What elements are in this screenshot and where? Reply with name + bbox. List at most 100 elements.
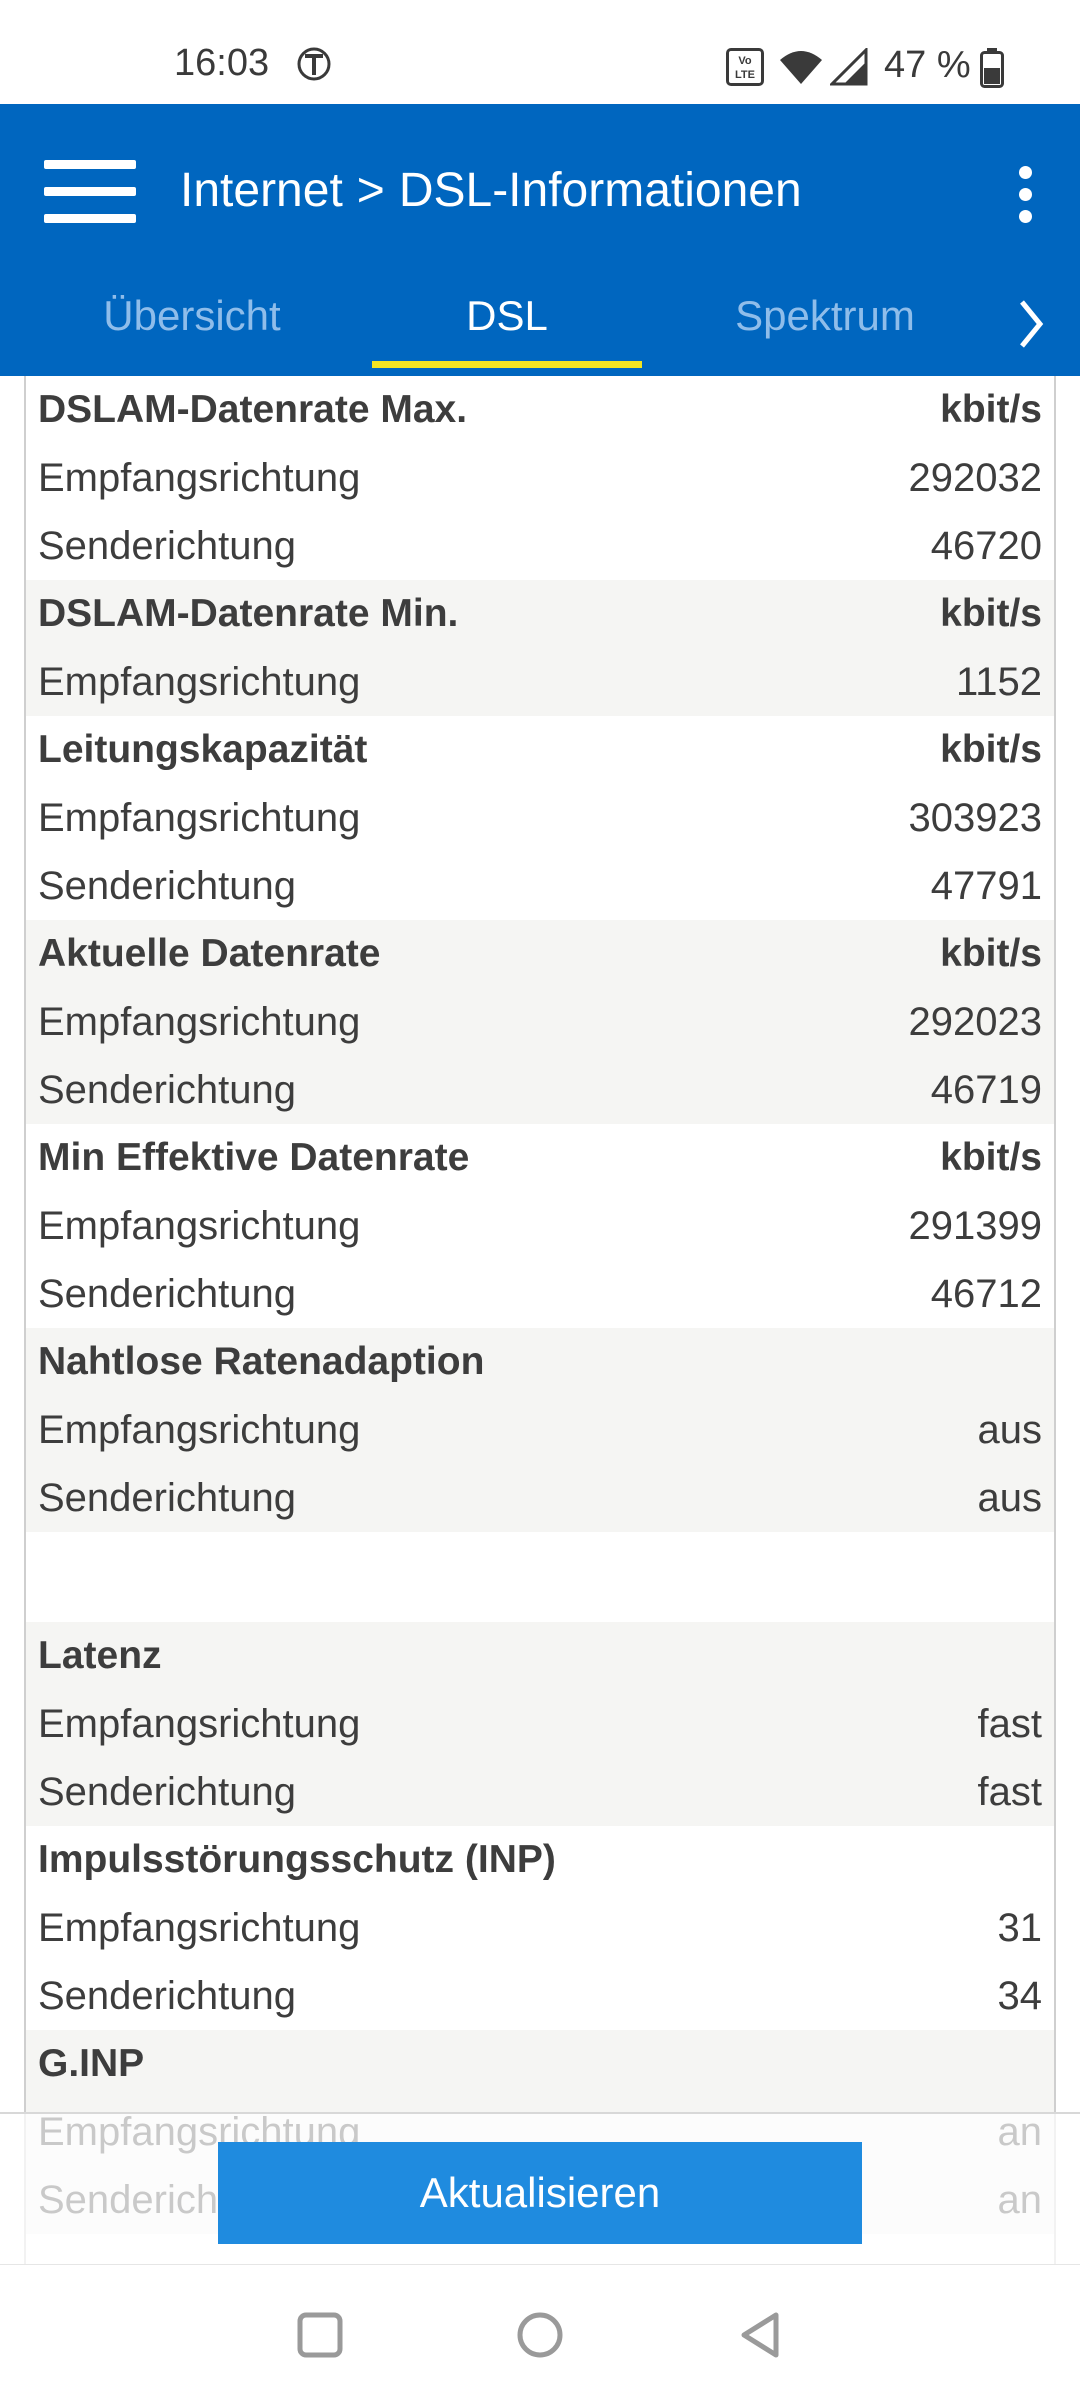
row-label: Empfangsrichtung [38,1701,361,1746]
group-header: Nahtlose Ratenadaption [26,1328,1054,1396]
row-label: Empfangsrichtung [38,1203,361,1248]
row-value: aus [977,1475,1043,1520]
row-value: 47791 [930,863,1042,908]
group-unit: kbit/s [940,388,1042,431]
row-value: fast [977,1769,1042,1814]
row-value: 34 [997,1973,1043,2018]
tab-dsl[interactable]: DSL [372,276,642,376]
group-title: G.INP [38,2042,145,2085]
row-label: Senderichtung [38,1067,296,1112]
dsl-info-table[interactable]: DSLAM-Datenrate Max. kbit/s Empfangsrichtu… [24,376,1056,2264]
group-header: DSLAM-Datenrate Min. kbit/s [26,580,1054,648]
row-value: 31 [997,1905,1043,1950]
info-group: Nahtlose Ratenadaption Empfangsrichtung au… [26,1328,1054,1532]
group-title: Latenz [38,1634,162,1677]
group-unit: kbit/s [940,592,1042,635]
info-group: Latenz Empfangsrichtung fast Senderichtung f… [26,1622,1054,1826]
row-value: 291399 [908,1203,1042,1248]
row-label: Senderichtung [38,523,296,568]
battery-percent: 47 % [884,44,971,86]
back-icon[interactable] [730,2305,790,2365]
info-row: Senderichtung 46712 [26,1260,1054,1328]
row-value: 292032 [908,455,1042,500]
battery-icon [980,48,1004,88]
tab-spektrum[interactable]: Spektrum [680,276,970,376]
row-value: 46719 [930,1067,1042,1112]
group-title: DSLAM-Datenrate Min. [38,592,459,635]
hamburger-menu-icon[interactable] [44,156,136,226]
breadcrumb-parent[interactable]: Internet [180,163,343,218]
row-label: Empfangsrichtung [38,1905,361,1950]
info-row: Senderichtung 47791 [26,852,1054,920]
row-value: 292023 [908,999,1042,1044]
info-row: Empfangsrichtung aus [26,1396,1054,1464]
row-label: Empfangsrichtung [38,659,361,704]
info-group: Min Effektive Datenrate kbit/s Empfangsric… [26,1124,1054,1328]
update-button[interactable]: Aktualisieren [218,2142,862,2244]
breadcrumb-current: DSL-Informationen [398,163,802,217]
more-options-icon[interactable] [1010,164,1040,224]
group-header: Min Effektive Datenrate kbit/s [26,1124,1054,1192]
group-title: Impulsstörungsschutz (INP) [38,1838,556,1881]
info-group: Impulsstörungsschutz (INP) Empfangsrichtu… [26,1826,1054,2030]
info-row: Empfangsrichtung 292023 [26,988,1054,1056]
row-value: 46720 [930,523,1042,568]
row-label: Empfangsrichtung [38,999,361,1044]
tab-bar: Übersicht DSL Spektrum [0,276,1080,376]
group-title: Min Effektive Datenrate [38,1136,470,1179]
status-bar: 16:03 Vo LTE 47 % [0,0,1080,104]
section-spacer [26,1532,1054,1622]
row-label: Empfangsrichtung [38,455,361,500]
group-unit: kbit/s [940,1136,1042,1179]
info-row: Empfangsrichtung 31 [26,1894,1054,1962]
row-value: 303923 [908,795,1042,840]
group-header: G.INP [26,2030,1054,2098]
row-label: Senderichtung [38,1271,296,1316]
system-nav-bar [0,2264,1080,2400]
group-header: Aktuelle Datenrate kbit/s [26,920,1054,988]
group-title: Nahtlose Ratenadaption [38,1340,485,1383]
signal-icon [830,48,868,86]
info-group: DSLAM-Datenrate Max. kbit/s Empfangsrichtu… [26,376,1054,580]
row-label: Senderichtung [38,1769,296,1814]
info-row: Empfangsrichtung 303923 [26,784,1054,852]
info-row: Empfangsrichtung 292032 [26,444,1054,512]
group-header: DSLAM-Datenrate Max. kbit/s [26,376,1054,444]
status-time: 16:03 [174,42,270,84]
info-row: Senderichtung 46720 [26,512,1054,580]
group-unit: kbit/s [940,932,1042,975]
info-row: Empfangsrichtung 1152 [26,648,1054,716]
recents-icon[interactable] [290,2305,350,2365]
row-label: Empfangsrichtung [38,1407,361,1452]
info-row: Empfangsrichtung 291399 [26,1192,1054,1260]
info-row: Senderichtung 46719 [26,1056,1054,1124]
row-label: Empfangsrichtung [38,795,361,840]
row-value: aus [977,1407,1043,1452]
info-group: Aktuelle Datenrate kbit/s Empfangsrichtung… [26,920,1054,1124]
wifi-icon [780,51,822,84]
group-unit: kbit/s [940,728,1042,771]
row-label: Senderichtung [38,863,296,908]
home-icon[interactable] [510,2305,570,2365]
info-row: Senderichtung fast [26,1758,1054,1826]
row-label: Senderichtung [38,1973,296,2018]
chevron-right-icon[interactable] [1010,296,1050,352]
info-row: Senderichtung aus [26,1464,1054,1532]
breadcrumb: Internet > DSL-Informationen [180,158,802,222]
t-mobile-icon [297,47,331,81]
group-title: DSLAM-Datenrate Max. [38,388,468,431]
group-header: Leitungskapazität kbit/s [26,716,1054,784]
info-group: DSLAM-Datenrate Min. kbit/s Empfangsrichtu… [26,580,1054,716]
info-group: Leitungskapazität kbit/s Empfangsrichtung 3… [26,716,1054,920]
tab-uebersicht[interactable]: Übersicht [0,276,384,376]
row-value: 1152 [955,659,1042,704]
group-header: Latenz [26,1622,1054,1690]
row-value: 46712 [930,1271,1042,1316]
app-bar: Internet > DSL-Informationen Übersicht D… [0,104,1080,376]
group-title: Aktuelle Datenrate [38,932,381,975]
info-row: Senderichtung 34 [26,1962,1054,2030]
volte-icon: Vo LTE [726,48,764,86]
row-label: Senderichtung [38,1475,296,1520]
group-title: Leitungskapazität [38,728,368,771]
breadcrumb-separator: > [356,163,385,217]
